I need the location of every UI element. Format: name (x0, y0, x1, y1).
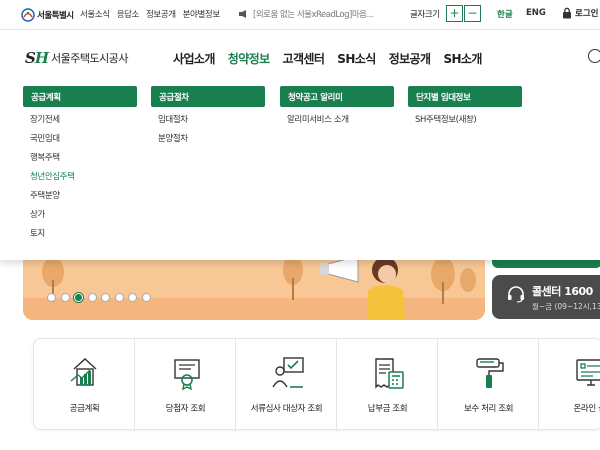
menu-item-land[interactable]: 토지 (30, 225, 137, 244)
quick-label-document-review: 서류심사 대상자 조회 (250, 404, 323, 414)
hero-dot[interactable] (128, 293, 137, 302)
notice-ticker[interactable]: [외로움 없는 서울xReadLog]마음... (238, 8, 374, 20)
menu-column-notice-alert: 청약공고 알리미 알리미서비스 소개 (280, 86, 394, 130)
menu-item-national-rental[interactable]: 국민임대 (30, 130, 137, 149)
seoul-city-link[interactable]: 서울특별시 (21, 7, 74, 23)
menu-item-youth-housing[interactable]: 청년안심주택 (30, 168, 137, 187)
mega-menu: 공급계획 장기전세 국민임대 행복주택 청년안심주택 주택분양 상가 토지 공급… (0, 83, 600, 260)
hero-dot[interactable] (101, 293, 110, 302)
toplink-field-info[interactable]: 분야별정보 (183, 8, 221, 20)
quick-item-document-review[interactable]: 서류심사 대상자 조회 (236, 339, 337, 431)
menu-heading-notice-alert[interactable]: 청약공고 알리미 (280, 86, 394, 107)
quick-label-winner-lookup: 당첨자 조회 (165, 404, 206, 414)
quick-label-payment-lookup: 납부금 조회 (367, 404, 408, 414)
menu-item-jeonse[interactable]: 장기전세 (30, 111, 137, 130)
callcenter-hours: 월~금 (09~12시,13 (532, 302, 600, 311)
toplink-seoul-news[interactable]: 서울소식 (80, 8, 110, 20)
toplink-eungdapso[interactable]: 응답소 (117, 8, 140, 20)
utility-bar: 서울특별시 서울소식 응답소 정보공개 분야별정보 [외로움 없는 서울xRea… (0, 0, 600, 30)
sh-logo-name: 서울주택도시공사 (51, 52, 128, 65)
toplink-info-disclosure[interactable]: 정보공개 (146, 8, 176, 20)
nav-sh-news[interactable]: SH소식 (337, 50, 376, 67)
quick-label-supply-plan: 공급계획 (69, 404, 100, 414)
person-board-icon (272, 357, 304, 388)
menu-column-supply-plan: 공급계획 장기전세 국민임대 행복주택 청년안심주택 주택분양 상가 토지 (23, 86, 137, 244)
hero-dot-active[interactable] (74, 293, 83, 302)
quick-label-online-apply: 온라인 신 (573, 404, 600, 414)
menu-heading-complex-rental[interactable]: 단지별 임대정보 (408, 86, 522, 107)
menu-column-supply-procedure: 공급절차 임대절차 분양절차 (151, 86, 265, 149)
quick-item-supply-plan[interactable]: 공급계획 (34, 339, 135, 431)
hero-dot[interactable] (87, 293, 97, 302)
callcenter-title: 콜센터 1600 (532, 285, 593, 298)
menu-item-commercial[interactable]: 상가 (30, 206, 137, 225)
certificate-icon (174, 359, 200, 391)
nav-sh-intro[interactable]: SH소개 (443, 50, 482, 67)
lang-english-link[interactable]: ENG (526, 8, 546, 18)
nav-customer-center[interactable]: 고객센터 (283, 50, 325, 67)
paint-roller-icon (476, 358, 504, 388)
headset-icon (508, 286, 524, 303)
seoul-logo-icon (21, 8, 35, 22)
quick-menu: 공급계획 당첨자 조회 서류심사 대상자 조회 납부금 조회 보수 처리 조회 … (33, 338, 600, 431)
menu-item-housing-sale[interactable]: 주택분양 (30, 187, 137, 206)
menu-item-sale-procedure[interactable]: 분양절차 (158, 130, 265, 149)
menu-item-alert-service[interactable]: 알리미서비스 소개 (287, 111, 394, 130)
lock-icon (563, 7, 571, 19)
lang-korean-link[interactable]: 한글 (497, 8, 513, 20)
hero-dot[interactable] (141, 293, 151, 302)
font-decrease-button[interactable]: − (464, 5, 481, 22)
sh-logo[interactable]: SH 서울주택도시공사 (25, 49, 128, 67)
font-increase-button[interactable]: + (446, 5, 463, 22)
notice-text: [외로움 없는 서울xReadLog]마음... (253, 10, 374, 20)
menu-heading-supply-procedure[interactable]: 공급절차 (151, 86, 265, 107)
nav-subscription-info[interactable]: 청약정보 (228, 50, 270, 67)
quick-label-repair-lookup: 보수 처리 조회 (463, 404, 514, 414)
hero-dot[interactable] (114, 293, 124, 302)
nav-business-intro[interactable]: 사업소개 (173, 50, 215, 67)
all-menu-icon[interactable] (588, 49, 600, 63)
quick-item-payment-lookup[interactable]: 납부금 조회 (337, 339, 438, 431)
callcenter-box[interactable]: 콜센터 1600 월~금 (09~12시,13 (492, 275, 600, 319)
login-label: 로그인 (575, 9, 599, 19)
hero-pagination (47, 293, 155, 302)
hero-illustration (23, 255, 485, 320)
nav-info-disclosure[interactable]: 정보공개 (389, 50, 431, 67)
menu-item-happy-housing[interactable]: 행복주택 (30, 149, 137, 168)
font-size-label: 글자크기 (410, 10, 440, 20)
monitor-form-icon (576, 359, 600, 386)
global-nav: 사업소개 청약정보 고객센터 SH소식 정보공개 SH소개 (173, 50, 495, 67)
megaphone-icon (239, 10, 246, 18)
menu-heading-supply-plan[interactable]: 공급계획 (23, 86, 137, 107)
hero-dot[interactable] (60, 293, 70, 302)
building-chart-icon (70, 358, 97, 386)
quick-item-online-apply[interactable]: 온라인 신 (539, 339, 600, 431)
menu-item-sh-housing-info[interactable]: SH주택정보(새창) (415, 111, 522, 130)
hero-dot[interactable] (47, 293, 56, 302)
quick-item-repair-lookup[interactable]: 보수 처리 조회 (438, 339, 539, 431)
seoul-logo-text: 서울특별시 (37, 11, 74, 21)
top-links: 서울소식 응답소 정보공개 분야별정보 (80, 8, 227, 20)
menu-column-complex-rental: 단지별 임대정보 SH주택정보(새창) (408, 86, 522, 130)
sh-logo-mark: SH (25, 49, 49, 67)
hero-banner[interactable] (23, 250, 485, 320)
main-header: SH 서울주택도시공사 사업소개 청약정보 고객센터 SH소식 정보공개 SH소… (0, 31, 600, 83)
menu-item-rental-procedure[interactable]: 임대절차 (158, 111, 265, 130)
receipt-calculator-icon (375, 358, 404, 389)
login-link[interactable]: 로그인 (562, 7, 598, 19)
quick-item-winner-lookup[interactable]: 당첨자 조회 (135, 339, 236, 431)
